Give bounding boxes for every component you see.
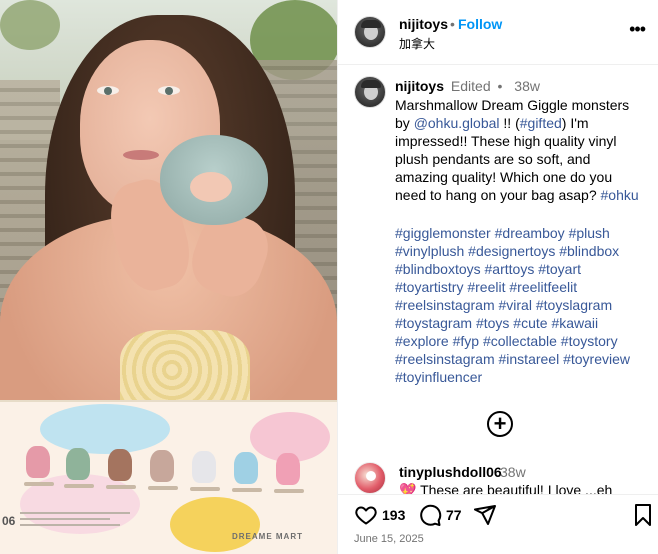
comment-text: 💖 These are beautiful! I love ...eh	[399, 482, 612, 494]
box-figure-label	[106, 485, 136, 489]
comment-icon	[420, 504, 442, 526]
hashtag-link[interactable]: #toyreview	[563, 351, 630, 367]
share-button[interactable]	[473, 503, 497, 527]
bookmark-icon	[635, 504, 651, 526]
more-options-icon[interactable]: •••	[629, 20, 646, 38]
post-media[interactable]: 06 DREAME MART	[0, 0, 337, 554]
load-more-comments-plus-icon[interactable]: +	[487, 411, 513, 437]
mention-link[interactable]: @ohku.global	[414, 115, 500, 131]
hashtag-link[interactable]: #reelit	[467, 279, 505, 295]
save-button[interactable]	[633, 503, 653, 527]
comment-count[interactable]: 77	[446, 507, 462, 523]
box-figure-label	[24, 482, 54, 486]
box-figure	[26, 446, 50, 478]
caption-edited: Edited	[450, 78, 491, 94]
like-count[interactable]: 193	[382, 507, 405, 523]
hashtag-link[interactable]: #explore	[395, 333, 449, 349]
hashtag-link[interactable]: #instareel	[499, 351, 560, 367]
send-icon	[474, 505, 496, 525]
comment-item: tinyplushdoll06 38w 💖 These are beautifu…	[338, 460, 658, 494]
box-figure-label	[274, 489, 304, 493]
heart-emoji-icon: 💖	[399, 482, 417, 494]
hashtag-link[interactable]: #fyp	[453, 333, 479, 349]
action-bar: 193 77	[338, 494, 658, 534]
box-fine-print	[20, 518, 110, 520]
caption-text-part: !! (	[499, 115, 520, 131]
comment-avatar[interactable]	[354, 462, 386, 494]
caption-separator: •	[497, 78, 503, 94]
like-button[interactable]: 193	[354, 503, 405, 527]
hashtag-link[interactable]: #toyart	[538, 261, 581, 277]
hashtag-link[interactable]: #toyslagram	[536, 297, 612, 313]
hashtag-link[interactable]: #plush	[569, 225, 610, 241]
box-cloud	[40, 404, 170, 454]
caption-username[interactable]: nijitoys	[395, 78, 444, 94]
hashtag-link[interactable]: #reelsinstagram	[395, 351, 495, 367]
box-number: 06	[2, 514, 16, 528]
box-figure-label	[190, 487, 220, 491]
hashtag-link[interactable]: #toys	[476, 315, 509, 331]
person-eye	[158, 86, 180, 95]
hashtag-link[interactable]: #blindbox	[559, 243, 619, 259]
hashtag-link[interactable]: #reelitfeelit	[509, 279, 577, 295]
product-box: 06 DREAME MART	[0, 400, 337, 554]
person-lips	[123, 150, 159, 160]
avatar[interactable]	[354, 16, 386, 48]
hashtag-link[interactable]: #kawaii	[551, 315, 598, 331]
box-cloud	[170, 497, 260, 552]
box-figure	[150, 450, 174, 482]
comment-body: These are beautiful! I love ...eh	[416, 482, 613, 494]
tree-leaves	[0, 0, 60, 50]
comment-time: 38w	[500, 464, 526, 480]
box-figure-label	[148, 486, 178, 490]
box-figure	[192, 451, 216, 483]
box-figure	[276, 453, 300, 485]
hashtag-link[interactable]: #toystory	[561, 333, 618, 349]
box-figure-label	[64, 484, 94, 488]
hashtag-link[interactable]: #vinylplush	[395, 243, 464, 259]
hashtag-link[interactable]: #toystagram	[395, 315, 472, 331]
hashtag-link[interactable]: #ohku	[601, 187, 639, 203]
hashtag-link[interactable]: #dreamboy	[495, 225, 565, 241]
hashtag-link[interactable]: #blindboxtoys	[395, 261, 481, 277]
caption-text: Marshmallow Dream Giggle monsters by @oh…	[395, 96, 647, 204]
person-eye	[97, 86, 119, 95]
hashtag-link[interactable]: #gigglemonster	[395, 225, 491, 241]
hashtag-link[interactable]: #collectable	[483, 333, 557, 349]
location-link[interactable]: 加拿大	[399, 35, 435, 52]
post-panel: nijitoys • Follow 加拿大 ••• nijitoys Edite…	[337, 0, 658, 554]
heart-icon	[355, 506, 377, 525]
caption-avatar[interactable]	[354, 76, 386, 108]
hashtag-link[interactable]: #gifted	[520, 115, 562, 131]
hashtag-link[interactable]: #cute	[513, 315, 547, 331]
box-brand: DREAME MART	[232, 532, 303, 541]
caption-area: nijitoys Edited • 38w Marshmallow Dream …	[338, 66, 658, 494]
hashtag-link[interactable]: #toyinfluencer	[395, 369, 482, 385]
hashtag-link[interactable]: #arttoys	[485, 261, 535, 277]
post-date[interactable]: June 15, 2025	[354, 533, 424, 545]
post-header: nijitoys • Follow 加拿大 •••	[338, 0, 658, 65]
hashtag-link[interactable]: #toyartistry	[395, 279, 463, 295]
box-figure	[108, 449, 132, 481]
box-fine-print	[20, 512, 130, 514]
box-figure	[234, 452, 258, 484]
caption-time[interactable]: 38w	[514, 78, 540, 94]
hashtag-list: #gigglemonster #dreamboy #plush #vinylpl…	[395, 224, 647, 386]
hashtag-link[interactable]: #reelsinstagram	[395, 297, 495, 313]
header-username[interactable]: nijitoys	[399, 16, 448, 32]
avatar-hat	[361, 20, 381, 28]
box-fine-print	[20, 524, 120, 526]
header-separator: •	[450, 16, 455, 32]
comment-username[interactable]: tinyplushdoll06	[399, 464, 502, 480]
comment-button[interactable]: 77	[418, 503, 462, 527]
box-figure	[66, 448, 90, 480]
follow-button[interactable]: Follow	[458, 16, 502, 32]
plush-toy-face	[190, 172, 232, 202]
caption-meta: nijitoys Edited • 38w	[395, 78, 540, 94]
hashtag-link[interactable]: #viral	[499, 297, 532, 313]
hashtag-link[interactable]: #designertoys	[468, 243, 555, 259]
box-figure-label	[232, 488, 262, 492]
avatar-hat	[361, 80, 381, 88]
